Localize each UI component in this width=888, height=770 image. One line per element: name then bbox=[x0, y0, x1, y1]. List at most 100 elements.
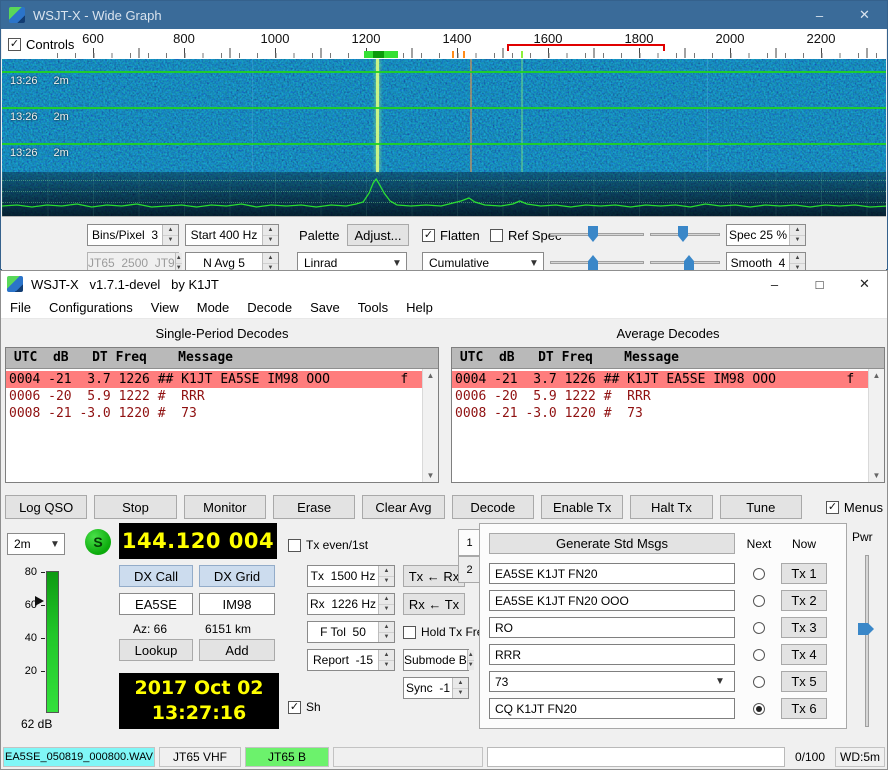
gain-slider[interactable] bbox=[550, 224, 644, 244]
zero-slider[interactable] bbox=[650, 224, 720, 244]
hold-tx-freq-toggle[interactable]: Hold Tx Freq bbox=[403, 625, 490, 639]
flatten-toggle[interactable]: ✓ Flatten bbox=[422, 228, 480, 243]
scroll-up-icon[interactable]: ▲ bbox=[873, 371, 881, 380]
spin-up-icon[interactable]: ▲ bbox=[263, 225, 278, 236]
f-tol-spinner[interactable]: F Tol 50 ▲▼ bbox=[307, 621, 395, 643]
decode-list[interactable]: 0004 -21 3.7 1226 ## K1JT EA5SE IM98 OOO… bbox=[6, 369, 422, 482]
spin-up-icon[interactable]: ▲ bbox=[379, 622, 394, 633]
slider-handle[interactable] bbox=[684, 255, 694, 271]
start-freq-spinner[interactable]: Start 400 Hz ▲▼ bbox=[185, 224, 279, 246]
tx-freq-spinner[interactable]: Tx 1500 Hz ▲▼ bbox=[307, 565, 395, 587]
menu-mode[interactable]: Mode bbox=[188, 297, 239, 318]
spin-down-icon[interactable]: ▼ bbox=[163, 236, 178, 246]
decode-row[interactable]: 0008 -21 -3.0 1220 # 73 bbox=[6, 405, 422, 422]
tx2-message-input[interactable]: EA5SE K1JT FN20 OOO bbox=[489, 590, 735, 611]
enable-tx-button[interactable]: Enable Tx bbox=[541, 495, 623, 519]
controls-toggle[interactable]: ✓ Controls bbox=[8, 37, 74, 52]
tx6-button[interactable]: Tx 6 bbox=[781, 698, 827, 719]
scrollbar[interactable]: ▲ ▼ bbox=[868, 369, 884, 482]
menu-file[interactable]: File bbox=[1, 297, 40, 318]
scroll-down-icon[interactable]: ▼ bbox=[427, 471, 435, 480]
decode-row[interactable]: 0004 -21 3.7 1226 ## K1JT EA5SE IM98 OOO… bbox=[6, 371, 422, 388]
spin-down-icon[interactable]: ▼ bbox=[379, 577, 394, 587]
tab-1[interactable]: 1 bbox=[458, 529, 480, 556]
tx1-message-input[interactable]: EA5SE K1JT FN20 bbox=[489, 563, 735, 584]
tab-2[interactable]: 2 bbox=[458, 556, 480, 583]
sync-spinner[interactable]: Sync -1 ▲▼ bbox=[403, 677, 469, 699]
tune-button[interactable]: Tune bbox=[720, 495, 802, 519]
generate-std-msgs-button[interactable]: Generate Std Msgs bbox=[489, 533, 735, 554]
halt-tx-button[interactable]: Halt Tx bbox=[630, 495, 712, 519]
tx2-next-radio[interactable] bbox=[753, 595, 765, 607]
flatten-checkbox[interactable]: ✓ bbox=[422, 229, 435, 242]
spin-down-icon[interactable]: ▼ bbox=[453, 689, 468, 699]
ref-spec-checkbox[interactable] bbox=[490, 229, 503, 242]
menu-help[interactable]: Help bbox=[397, 297, 442, 318]
tx5-next-radio[interactable] bbox=[753, 676, 765, 688]
spin-down-icon[interactable]: ▼ bbox=[379, 605, 394, 615]
spin-up-icon[interactable]: ▲ bbox=[790, 225, 805, 236]
frequency-display[interactable]: 144.120 004 bbox=[119, 523, 277, 559]
menu-view[interactable]: View bbox=[142, 297, 188, 318]
slider-handle[interactable] bbox=[588, 226, 598, 242]
decode-row[interactable]: 0006 -20 5.9 1222 # RRR bbox=[452, 388, 868, 405]
tx3-next-radio[interactable] bbox=[753, 622, 765, 634]
spin-up-icon[interactable]: ▲ bbox=[790, 253, 805, 264]
main-titlebar[interactable]: WSJT-X v1.7.1-devel by K1JT – □ ✕ bbox=[1, 271, 887, 297]
slider-handle[interactable] bbox=[588, 255, 598, 271]
scroll-up-icon[interactable]: ▲ bbox=[427, 371, 435, 380]
close-button[interactable]: ✕ bbox=[842, 271, 887, 297]
controls-checkbox[interactable]: ✓ bbox=[8, 38, 21, 51]
tx4-message-input[interactable]: RRR bbox=[489, 644, 735, 665]
tx6-message-input[interactable]: CQ K1JT FN20 bbox=[489, 698, 735, 719]
minimize-button[interactable]: – bbox=[752, 271, 797, 297]
pwr-slider-handle[interactable] bbox=[858, 623, 874, 635]
zero2-slider[interactable] bbox=[650, 252, 720, 272]
rx-from-tx-button[interactable]: Rx ← Tx bbox=[403, 593, 465, 615]
dx-call-button[interactable]: DX Call bbox=[119, 565, 193, 587]
scroll-down-icon[interactable]: ▼ bbox=[873, 471, 881, 480]
spin-down-icon[interactable]: ▼ bbox=[379, 633, 394, 643]
spec-percent-spinner[interactable]: Spec 25 % ▲▼ bbox=[726, 224, 806, 246]
maximize-button[interactable]: □ bbox=[797, 271, 842, 297]
tx4-button[interactable]: Tx 4 bbox=[781, 644, 827, 665]
gain2-slider[interactable] bbox=[550, 252, 644, 272]
erase-button[interactable]: Erase bbox=[273, 495, 355, 519]
lookup-button[interactable]: Lookup bbox=[119, 639, 193, 661]
tx-even-checkbox[interactable] bbox=[288, 539, 301, 552]
tx-even-toggle[interactable]: Tx even/1st bbox=[288, 538, 368, 552]
spin-up-icon[interactable]: ▲ bbox=[468, 650, 474, 661]
sh-checkbox[interactable]: ✓ bbox=[288, 701, 301, 714]
dx-call-field[interactable]: EA5SE bbox=[119, 593, 193, 615]
spin-down-icon[interactable]: ▼ bbox=[379, 661, 394, 671]
slider-handle[interactable] bbox=[678, 226, 688, 242]
spin-up-icon[interactable]: ▲ bbox=[379, 566, 394, 577]
spin-up-icon[interactable]: ▲ bbox=[379, 650, 394, 661]
decode-row[interactable]: 0008 -21 -3.0 1220 # 73 bbox=[452, 405, 868, 422]
band-combo[interactable]: 2m ▼ bbox=[7, 533, 65, 555]
dx-grid-button[interactable]: DX Grid bbox=[199, 565, 275, 587]
spin-up-icon[interactable]: ▲ bbox=[263, 253, 278, 264]
menus-checkbox[interactable]: ✓ bbox=[826, 501, 839, 514]
tx6-next-radio[interactable] bbox=[753, 703, 765, 715]
waterfall-display[interactable]: 13:26 2m 13:26 2m 13:26 2m bbox=[2, 59, 886, 216]
report-spinner[interactable]: Report -15 ▲▼ bbox=[307, 649, 395, 671]
tx3-message-input[interactable]: RO bbox=[489, 617, 735, 638]
sh-toggle[interactable]: ✓ Sh bbox=[288, 700, 321, 714]
pwr-slider[interactable] bbox=[865, 555, 869, 727]
tx2-button[interactable]: Tx 2 bbox=[781, 590, 827, 611]
scrollbar[interactable]: ▲ ▼ bbox=[422, 369, 438, 482]
decode-button[interactable]: Decode bbox=[452, 495, 534, 519]
tx-from-rx-button[interactable]: Tx ← Rx bbox=[403, 565, 465, 587]
tx1-next-radio[interactable] bbox=[753, 568, 765, 580]
add-button[interactable]: Add bbox=[199, 639, 275, 661]
menu-tools[interactable]: Tools bbox=[349, 297, 397, 318]
menus-toggle[interactable]: ✓ Menus bbox=[809, 495, 883, 519]
decode-row[interactable]: 0006 -20 5.9 1222 # RRR bbox=[6, 388, 422, 405]
clear-avg-button[interactable]: Clear Avg bbox=[362, 495, 444, 519]
spin-down-icon[interactable]: ▼ bbox=[263, 236, 278, 246]
wide-graph-titlebar[interactable]: WSJT-X - Wide Graph – ✕ bbox=[1, 1, 887, 29]
tx3-button[interactable]: Tx 3 bbox=[781, 617, 827, 638]
menu-decode[interactable]: Decode bbox=[238, 297, 301, 318]
tx5-button[interactable]: Tx 5 bbox=[781, 671, 827, 692]
